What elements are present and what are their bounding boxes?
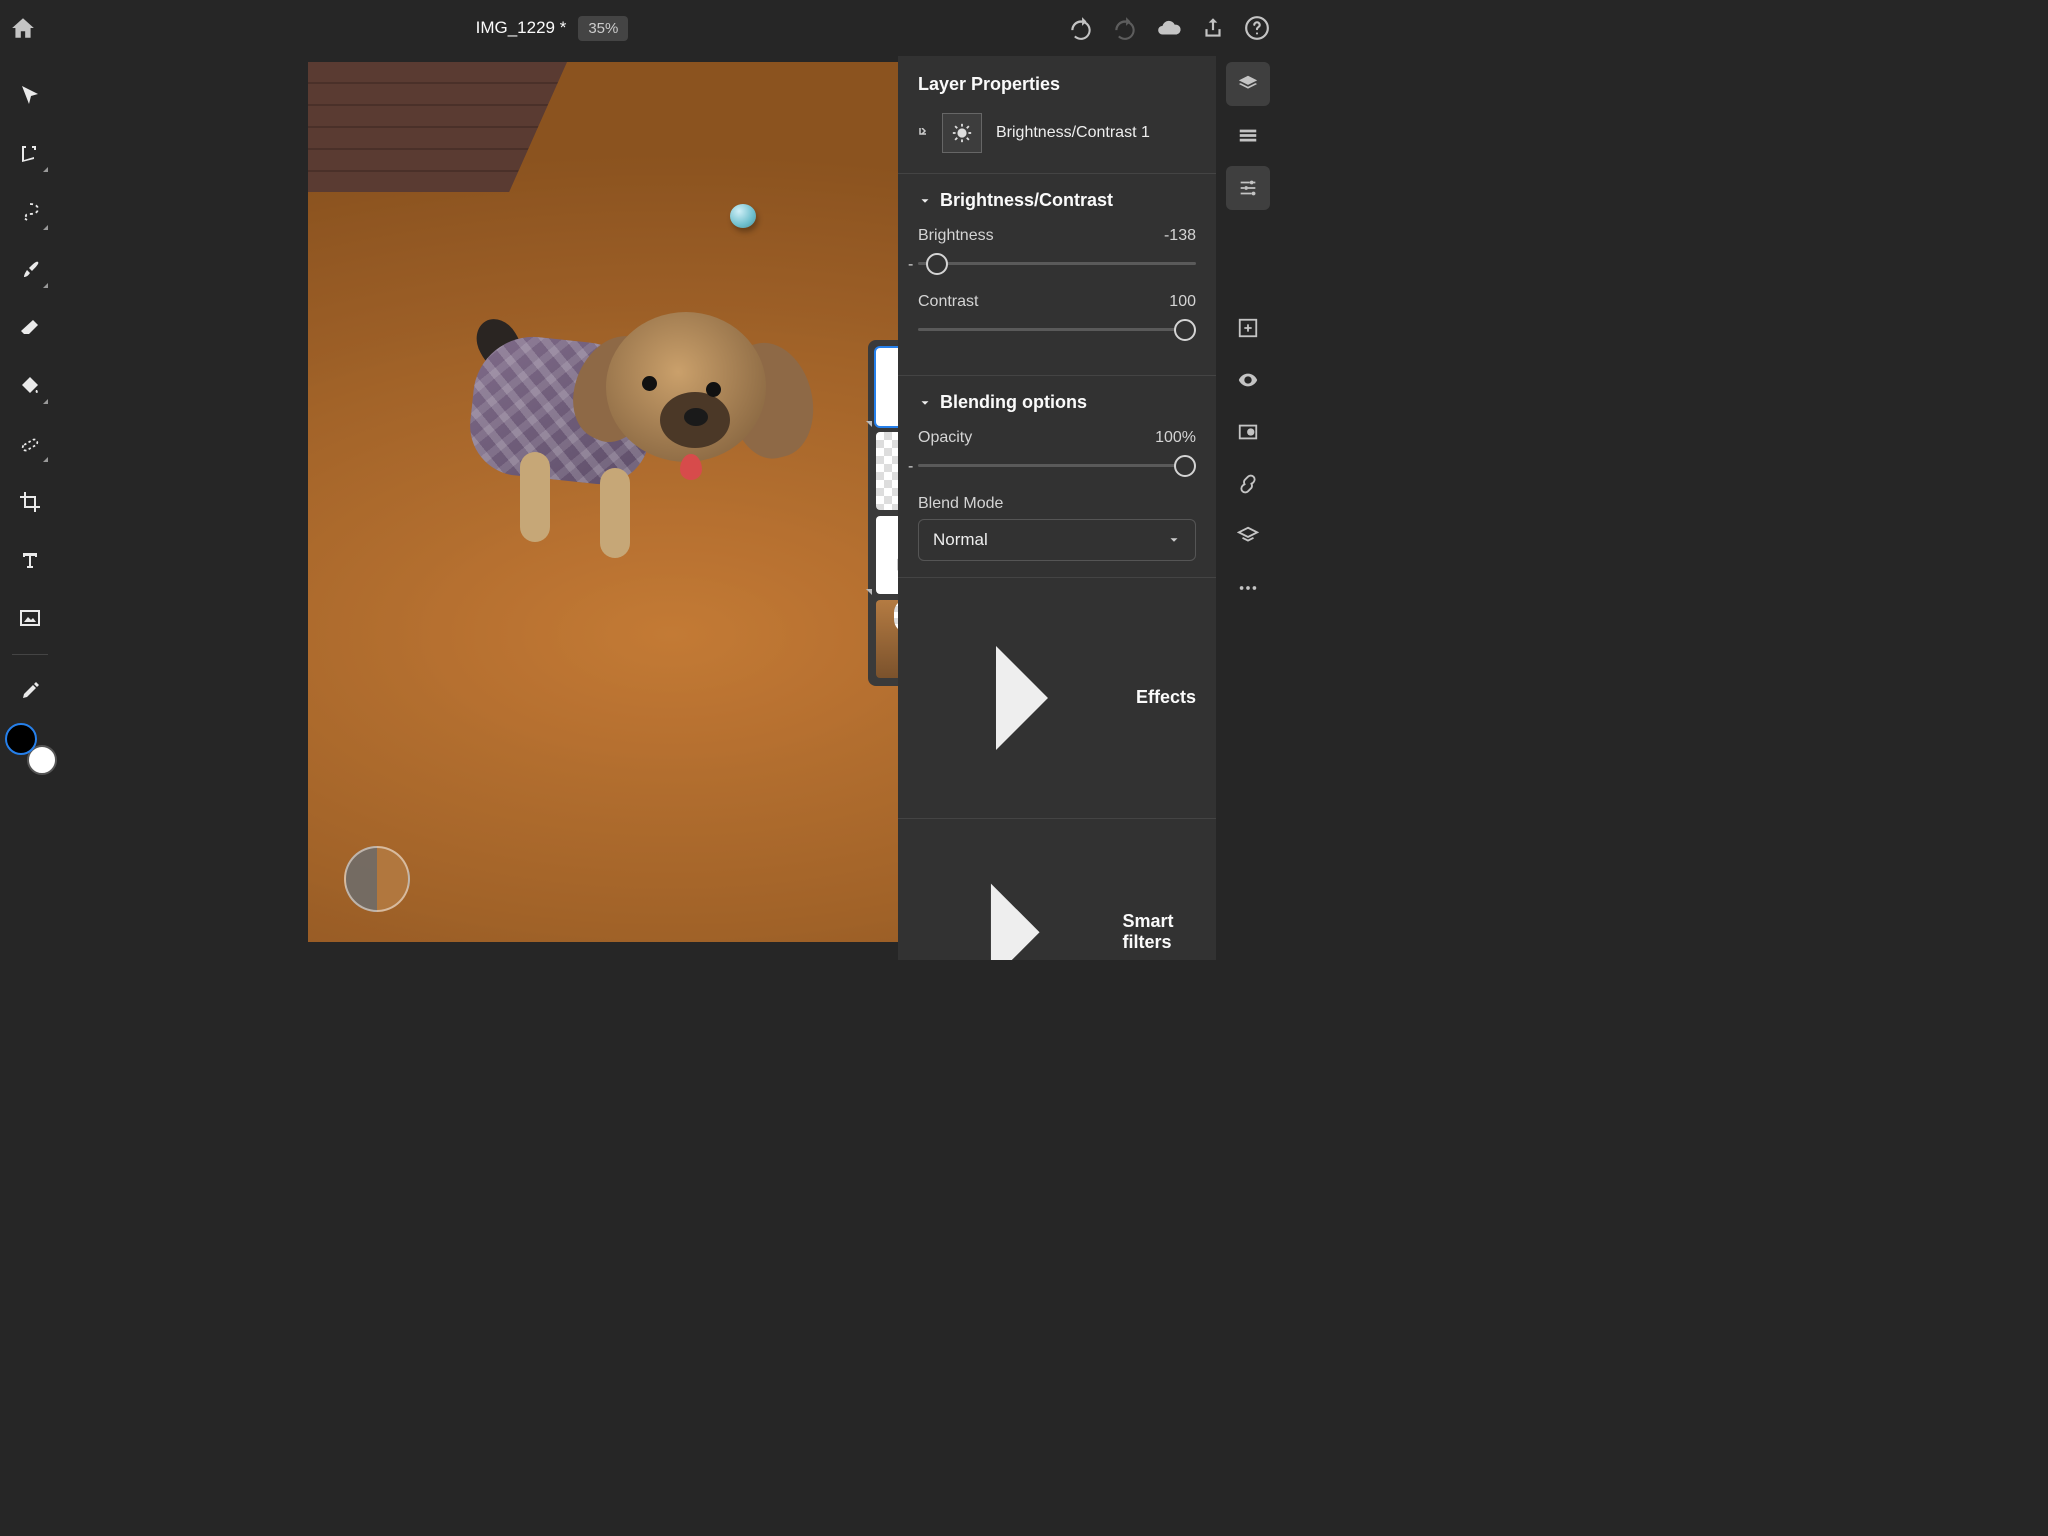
- panel-title: Layer Properties: [918, 74, 1196, 95]
- eraser-tool[interactable]: [2, 300, 58, 356]
- eyedropper-tool[interactable]: [2, 663, 58, 719]
- link-icon[interactable]: [1226, 462, 1270, 506]
- place-image-tool[interactable]: [2, 590, 58, 646]
- heal-tool[interactable]: [2, 416, 58, 472]
- fill-tool[interactable]: [2, 358, 58, 414]
- section-header-blending[interactable]: Blending options: [918, 392, 1196, 413]
- brightness-slider[interactable]: -: [918, 251, 1196, 277]
- undo-icon[interactable]: [1068, 15, 1094, 41]
- blendmode-select[interactable]: Normal: [918, 519, 1196, 561]
- clip-indicator-icon: [864, 414, 874, 424]
- foreground-color[interactable]: [5, 723, 37, 755]
- adjustments-panel-icon[interactable]: [1226, 166, 1270, 210]
- transform-tool[interactable]: [2, 126, 58, 182]
- blendmode-label: Blend Mode: [918, 495, 1003, 513]
- clip-indicator-icon: [864, 582, 874, 592]
- brush-tool[interactable]: [2, 242, 58, 298]
- chevron-down-icon: [918, 396, 932, 410]
- canvas-dog: [428, 222, 748, 552]
- visibility-icon[interactable]: [1226, 358, 1270, 402]
- adjustment-thumb: [942, 113, 982, 153]
- properties-panel: Layer Properties Brightness/Contrast 1 B…: [898, 56, 1216, 960]
- chevron-right-icon: [918, 594, 1126, 802]
- color-swatches[interactable]: [9, 727, 51, 769]
- more-icon[interactable]: [1226, 566, 1270, 610]
- top-bar: IMG_1229 * 35%: [0, 0, 1280, 56]
- touch-shortcut[interactable]: [344, 846, 410, 912]
- brightness-value[interactable]: -138: [1164, 227, 1196, 245]
- contrast-label: Contrast: [918, 293, 978, 311]
- clip-indicator-icon: [918, 128, 928, 138]
- redo-icon: [1112, 15, 1138, 41]
- section-brightness-contrast: Brightness/Contrast Brightness -138 - Co…: [918, 174, 1196, 375]
- share-icon[interactable]: [1200, 15, 1226, 41]
- contrast-value[interactable]: 100: [1169, 293, 1196, 311]
- mask-icon[interactable]: [1226, 410, 1270, 454]
- active-layer-name: Brightness/Contrast 1: [996, 124, 1150, 142]
- brightness-label: Brightness: [918, 227, 994, 245]
- zoom-level[interactable]: 35%: [578, 16, 628, 41]
- section-header-brightness[interactable]: Brightness/Contrast: [918, 190, 1196, 211]
- clear-layer-icon[interactable]: [1226, 514, 1270, 558]
- crop-tool[interactable]: [2, 474, 58, 530]
- opacity-value[interactable]: 100%: [1155, 429, 1196, 447]
- layers-panel-icon[interactable]: [1226, 62, 1270, 106]
- type-tool[interactable]: [2, 532, 58, 588]
- cloud-icon[interactable]: [1156, 15, 1182, 41]
- chevron-right-icon: [918, 835, 1113, 960]
- chevron-down-icon: [1167, 533, 1181, 547]
- move-tool[interactable]: [2, 68, 58, 124]
- layer-stack-icon[interactable]: [1226, 114, 1270, 158]
- lasso-tool[interactable]: [2, 184, 58, 240]
- section-blending: Blending options Opacity 100% - Blend Mo…: [918, 376, 1196, 577]
- section-effects[interactable]: Effects: [918, 578, 1196, 818]
- home-icon[interactable]: [10, 15, 36, 41]
- help-icon[interactable]: [1244, 15, 1270, 41]
- section-smart-filters[interactable]: Smart filters: [918, 819, 1196, 960]
- chevron-down-icon: [918, 194, 932, 208]
- add-layer-icon[interactable]: [1226, 306, 1270, 350]
- contrast-slider[interactable]: [918, 317, 1196, 343]
- active-layer-row[interactable]: Brightness/Contrast 1: [918, 113, 1196, 153]
- toolbar-divider: [12, 654, 48, 655]
- opacity-slider[interactable]: -: [918, 453, 1196, 479]
- left-toolbar: [0, 56, 60, 960]
- document-title: IMG_1229 *: [476, 18, 567, 38]
- right-toolbar: [1216, 56, 1280, 960]
- opacity-label: Opacity: [918, 429, 972, 447]
